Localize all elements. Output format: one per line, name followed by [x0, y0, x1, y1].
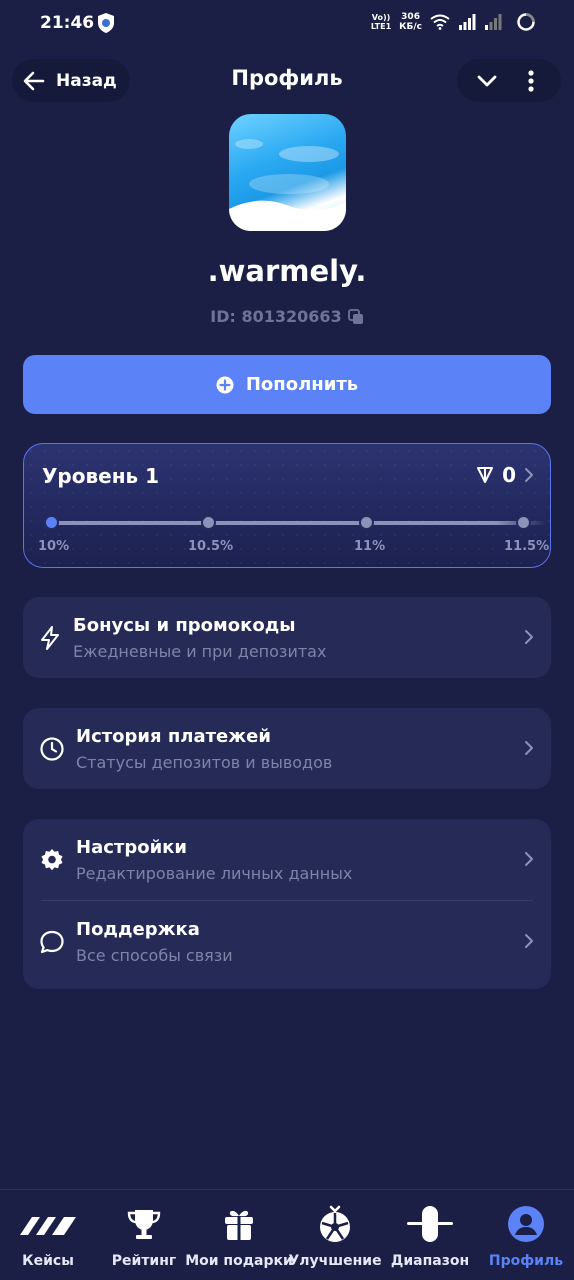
battery-ring-icon [517, 13, 535, 31]
nav-my-gifts[interactable]: Мои подарки [185, 1190, 293, 1280]
trophy-icon [127, 1210, 161, 1239]
upgrade-wheel-icon [320, 1205, 350, 1242]
chevron-right-icon [525, 852, 533, 866]
user-id: ID: 801320663 [210, 307, 342, 326]
payments-title: История платежей [76, 726, 271, 747]
collapse-button[interactable] [467, 61, 507, 101]
tick-label: 11% [354, 539, 386, 554]
bottom-nav: Кейсы Рейтинг Мои подарки Улучшение Диап… [0, 1189, 574, 1280]
settings-subtitle: Редактирование личных данных [76, 864, 353, 883]
chevron-down-icon [477, 75, 497, 86]
payments-row[interactable]: История платежей Статусы депозитов и выв… [23, 708, 551, 789]
chevron-right-icon [525, 468, 533, 482]
lightning-icon [41, 626, 59, 650]
speed-unit: КБ/с [399, 22, 422, 32]
user-id-row[interactable]: ID: 801320663 [0, 307, 574, 326]
nav-label: Кейсы [22, 1253, 74, 1269]
tick-label: 10% [38, 539, 70, 554]
chat-bubble-icon [40, 930, 64, 954]
tick-label: 11.5% [504, 539, 550, 554]
settings-row[interactable]: Настройки Редактирование личных данных [23, 819, 551, 900]
level-balance: 0 [476, 463, 534, 487]
settings-title: Настройки [76, 837, 188, 858]
cases-logo-icon [20, 1217, 76, 1235]
balance-value: 0 [502, 463, 516, 487]
signal-strength-icon [459, 14, 476, 30]
copy-icon[interactable] [347, 308, 364, 325]
level-card[interactable]: Уровень 1 0 10% 10.5% 11% 11.5% [23, 443, 551, 568]
volte-top: Vo)) [371, 13, 391, 22]
level-dot [201, 515, 216, 530]
status-indicators: Vo)) LTE1 306 КБ/с [371, 12, 536, 32]
ton-icon [477, 467, 494, 483]
nav-rating[interactable]: Рейтинг [108, 1190, 180, 1280]
chevron-right-icon [525, 630, 533, 644]
topup-button[interactable]: Пополнить [23, 355, 551, 414]
nav-label: Улучшение [288, 1253, 382, 1269]
avatar [229, 114, 346, 231]
level-dot-current [44, 515, 59, 530]
nav-upgrade[interactable]: Улучшение [288, 1190, 382, 1280]
bonuses-subtitle: Ежедневные и при депозитах [73, 642, 327, 661]
profile-user-icon [508, 1206, 544, 1242]
tick-label: 10.5% [188, 539, 234, 554]
level-title: Уровень 1 [42, 464, 160, 488]
bonuses-row[interactable]: Бонусы и промокоды Ежедневные и при депо… [23, 597, 551, 678]
payments-card: История платежей Статусы депозитов и выв… [23, 708, 551, 789]
nav-label: Мои подарки [185, 1253, 293, 1269]
level-dot [516, 515, 531, 530]
nav-label: Профиль [488, 1253, 564, 1269]
nav-cases[interactable]: Кейсы [10, 1190, 86, 1280]
chevron-right-icon [525, 934, 533, 948]
chevron-right-icon [525, 741, 533, 755]
support-title: Поддержка [76, 919, 200, 940]
header-actions [457, 59, 561, 102]
status-time: 21:46 [40, 13, 95, 33]
nav-profile[interactable]: Профиль [488, 1190, 564, 1280]
gear-icon [41, 849, 63, 871]
nav-label: Рейтинг [111, 1253, 177, 1269]
username: .warmely. [207, 254, 367, 288]
avatar-image [229, 139, 346, 231]
volte-bottom: LTE1 [370, 22, 392, 31]
more-vertical-icon [528, 69, 534, 92]
signal-strength-2-icon [485, 14, 502, 30]
nav-label: Диапазон [390, 1253, 470, 1269]
level-dot [359, 515, 374, 530]
bonuses-card: Бонусы и промокоды Ежедневные и при депо… [23, 597, 551, 678]
settings-support-card: Настройки Редактирование личных данных П… [23, 819, 551, 989]
plus-circle-icon [216, 376, 234, 393]
gift-icon [225, 1210, 253, 1240]
more-menu-button[interactable] [511, 61, 551, 101]
volte-indicator: Vo)) LTE1 [371, 13, 391, 31]
vpn-shield-icon [98, 13, 114, 33]
speed-value: 306 [401, 12, 420, 22]
network-speed: 306 КБ/с [399, 12, 422, 32]
status-bar: 21:46 Vo)) LTE1 306 КБ/с [0, 0, 574, 48]
clock-icon [40, 737, 64, 761]
support-subtitle: Все способы связи [76, 946, 233, 965]
range-slider-icon [407, 1206, 453, 1242]
nav-range[interactable]: Диапазон [388, 1190, 472, 1280]
level-progress-track [50, 521, 546, 525]
payments-subtitle: Статусы депозитов и выводов [76, 753, 333, 772]
topup-label: Пополнить [245, 374, 359, 395]
bonuses-title: Бонусы и промокоды [73, 615, 296, 636]
support-row[interactable]: Поддержка Все способы связи [23, 901, 551, 989]
wifi-icon [430, 14, 450, 30]
